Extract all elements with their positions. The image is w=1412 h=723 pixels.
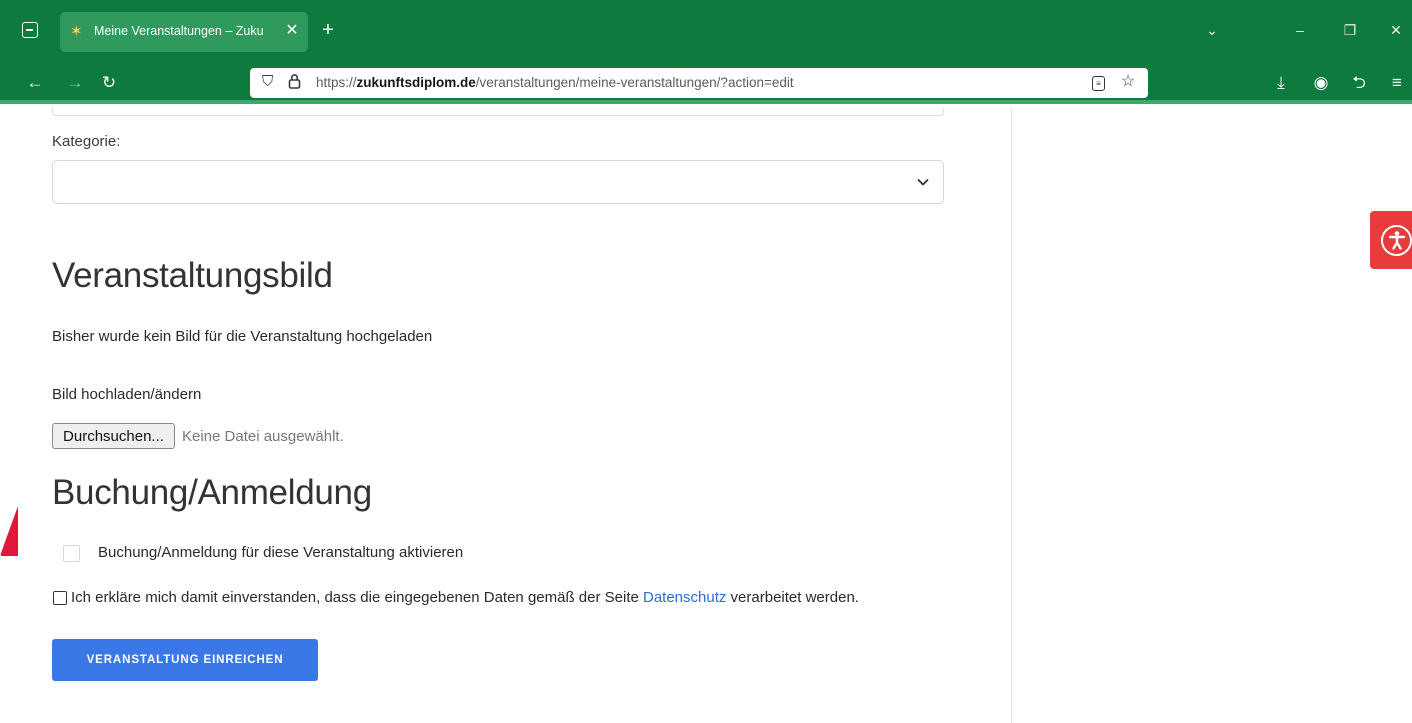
window-close-icon[interactable]: ✕	[1386, 20, 1406, 40]
browser-tab-active[interactable]: ✶ Meine Veranstaltungen – Zuku ✕	[60, 12, 308, 52]
booking-enable-label[interactable]: Buchung/Anmeldung für diese Veranstaltun…	[98, 544, 463, 561]
tab-list-icon[interactable]	[22, 22, 38, 38]
lock-icon[interactable]	[288, 73, 302, 92]
page-content: Kategorie: Veranstaltungsbild Bisher wur…	[0, 108, 1412, 723]
tab-strip: ✶ Meine Veranstaltungen – Zuku ✕ + ⌄ – ❐…	[0, 0, 1412, 64]
file-browse-button[interactable]: Durchsuchen...	[52, 423, 175, 449]
chevron-down-icon	[917, 179, 929, 186]
booking-enable-checkbox[interactable]	[63, 545, 80, 562]
extensions-icon[interactable]: ⮌	[1348, 72, 1370, 94]
download-icon[interactable]: ⤓	[1270, 72, 1292, 94]
url-scheme: https://	[316, 75, 357, 90]
reload-icon[interactable]: ↻	[98, 72, 120, 94]
upload-label: Bild hochladen/ändern	[52, 386, 202, 403]
browser-nav-bar: ← → ↻ ⛉ https://zukunftsdiplom.de/verans…	[0, 64, 1412, 104]
window-minimize-icon[interactable]: –	[1290, 20, 1310, 40]
privacy-text-suffix: verarbeitet werden.	[726, 589, 859, 606]
reader-view-icon[interactable]: ≡	[1092, 76, 1105, 91]
tab-overflow-chevron-icon[interactable]: ⌄	[1202, 20, 1222, 40]
tracking-shield-icon[interactable]: ⛉	[262, 73, 278, 92]
no-image-message: Bisher wurde kein Bild für die Veranstal…	[52, 328, 433, 345]
previous-field-edge	[52, 108, 944, 116]
privacy-consent-checkbox[interactable]	[53, 591, 67, 605]
accessibility-icon	[1381, 225, 1412, 256]
window-restore-icon[interactable]: ❐	[1340, 20, 1360, 40]
privacy-text-prefix: Ich erkläre mich damit einverstanden, da…	[71, 589, 643, 606]
new-tab-button[interactable]: +	[318, 20, 338, 40]
account-icon[interactable]: ◉	[1310, 72, 1332, 94]
datenschutz-link[interactable]: Datenschutz	[643, 589, 726, 606]
bookmark-star-icon[interactable]: ☆	[1118, 72, 1138, 92]
tab-title: Meine Veranstaltungen – Zuku	[94, 24, 264, 38]
privacy-consent-label: Ich erkläre mich damit einverstanden, da…	[71, 589, 859, 606]
back-arrow-icon[interactable]: ←	[24, 72, 46, 94]
tab-close-icon[interactable]: ✕	[282, 21, 302, 41]
url-text[interactable]: https://zukunftsdiplom.de/veranstaltunge…	[316, 75, 794, 90]
site-favicon-icon: ✶	[70, 23, 83, 40]
decorative-red-shape	[0, 506, 18, 556]
accessibility-button[interactable]	[1370, 211, 1412, 269]
url-host: zukunftsdiplom.de	[356, 75, 476, 90]
app-menu-icon[interactable]: ≡	[1386, 72, 1408, 94]
sidebar-divider	[1011, 108, 1012, 723]
file-status-text: Keine Datei ausgewählt.	[182, 428, 344, 445]
kategorie-select[interactable]	[52, 160, 944, 204]
kategorie-label: Kategorie:	[52, 133, 121, 150]
url-bar[interactable]: ⛉ https://zukunftsdiplom.de/veranstaltun…	[250, 68, 1148, 98]
buchung-heading: Buchung/Anmeldung	[52, 473, 372, 512]
submit-event-button[interactable]: VERANSTALTUNG EINREICHEN	[52, 639, 318, 681]
browser-tab-bar: ✶ Meine Veranstaltungen – Zuku ✕ + ⌄ – ❐…	[0, 0, 1412, 64]
url-path: /veranstaltungen/meine-veranstaltungen/?…	[475, 75, 794, 90]
forward-arrow-icon[interactable]: →	[64, 72, 86, 94]
veranstaltungsbild-heading: Veranstaltungsbild	[52, 256, 333, 295]
